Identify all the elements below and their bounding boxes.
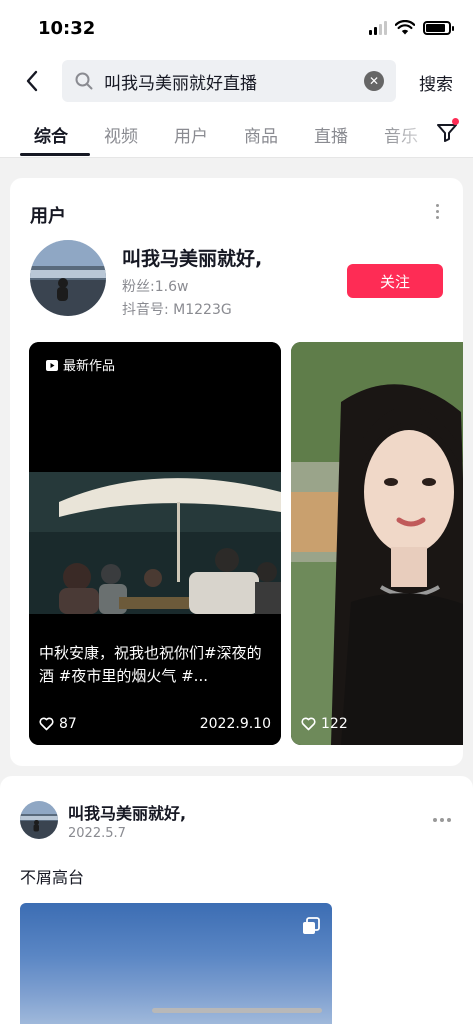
battery-icon (423, 20, 454, 35)
search-icon (74, 71, 94, 91)
user-name[interactable]: 叫我马美丽就好, (122, 244, 262, 271)
tab-general[interactable]: 综合 (34, 122, 68, 147)
avatar[interactable] (30, 240, 106, 316)
play-square-icon (46, 359, 58, 371)
work-meta: 122 (301, 716, 463, 732)
like-count: 122 (301, 716, 348, 732)
multi-image-icon (303, 917, 320, 934)
section-title: 用户 (30, 206, 66, 227)
like-count-value: 87 (59, 716, 77, 732)
cellular-signal-icon (369, 20, 387, 35)
active-tab-indicator (20, 153, 90, 156)
heart-icon (39, 717, 54, 731)
follow-button[interactable]: 关注 (347, 264, 443, 298)
post-card: 叫我马美丽就好, 2022.5.7 不屑高台 (0, 776, 473, 1024)
latest-work-badge: 最新作品 (39, 352, 122, 377)
tab-products[interactable]: 商品 (244, 122, 278, 147)
chevron-left-icon (26, 70, 38, 92)
avatar[interactable] (20, 801, 58, 839)
post-author-name[interactable]: 叫我马美丽就好, (68, 800, 186, 824)
search-query: 叫我马美丽就好直播 (104, 73, 257, 94)
wifi-icon (395, 20, 415, 35)
tab-users[interactable]: 用户 (174, 122, 208, 147)
back-button[interactable] (18, 66, 46, 96)
filter-badge-dot (452, 118, 459, 125)
douyin-id: 抖音号: M1223G (122, 302, 232, 318)
clear-icon[interactable]: ✕ (364, 71, 384, 91)
more-options-icon[interactable] (436, 204, 439, 219)
status-time: 10:32 (38, 18, 96, 39)
tab-fade (383, 106, 443, 156)
post-date: 2022.5.7 (68, 826, 126, 841)
home-indicator (152, 1008, 322, 1013)
post-text: 不屑高台 (20, 868, 85, 887)
heart-icon (301, 717, 316, 731)
status-icons (369, 20, 454, 35)
work-caption: 中秋安康，祝我也祝你们#深夜的酒 #夜市里的烟火气 #... (39, 644, 262, 685)
like-count-value: 122 (321, 716, 348, 732)
latest-work-label: 最新作品 (63, 359, 116, 374)
tab-videos[interactable]: 视频 (104, 122, 138, 147)
work-card[interactable]: 最新作品 中秋安康，祝我也祝你们#深夜的酒 #夜市里的烟火气 #... 87 2… (29, 342, 281, 745)
result-tabs: 综合 视频 用户 商品 直播 音乐 (0, 106, 473, 158)
like-count: 87 (39, 716, 77, 732)
work-date: 2022.9.10 (199, 716, 271, 732)
search-bar: 叫我马美丽就好直播 ✕ 搜索 (0, 56, 473, 106)
work-card[interactable]: 122 (291, 342, 463, 745)
search-button[interactable]: 搜索 (419, 70, 453, 95)
search-input[interactable]: 叫我马美丽就好直播 ✕ (62, 60, 396, 102)
work-thumbnail (291, 342, 463, 745)
status-bar: 10:32 (0, 0, 473, 56)
user-result-card: 用户 叫我马美丽就好, 粉丝:1.6w 抖音号: M1223G 关注 最新作品 … (10, 178, 463, 766)
work-meta: 87 2022.9.10 (39, 716, 271, 732)
post-image[interactable] (20, 903, 332, 1024)
tab-live[interactable]: 直播 (314, 122, 348, 147)
fans-count: 粉丝:1.6w (122, 279, 189, 295)
more-options-icon[interactable] (433, 818, 451, 822)
